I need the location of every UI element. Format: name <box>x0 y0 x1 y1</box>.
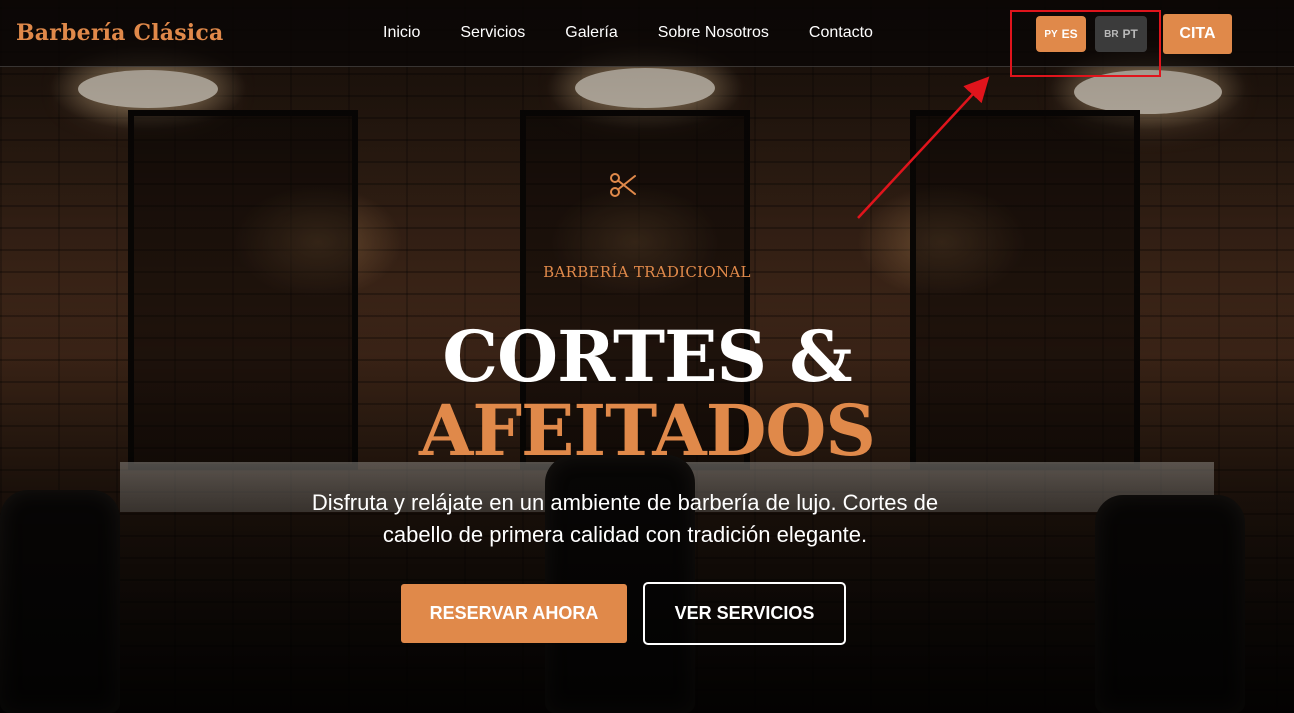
annotation-arrow <box>857 76 990 219</box>
